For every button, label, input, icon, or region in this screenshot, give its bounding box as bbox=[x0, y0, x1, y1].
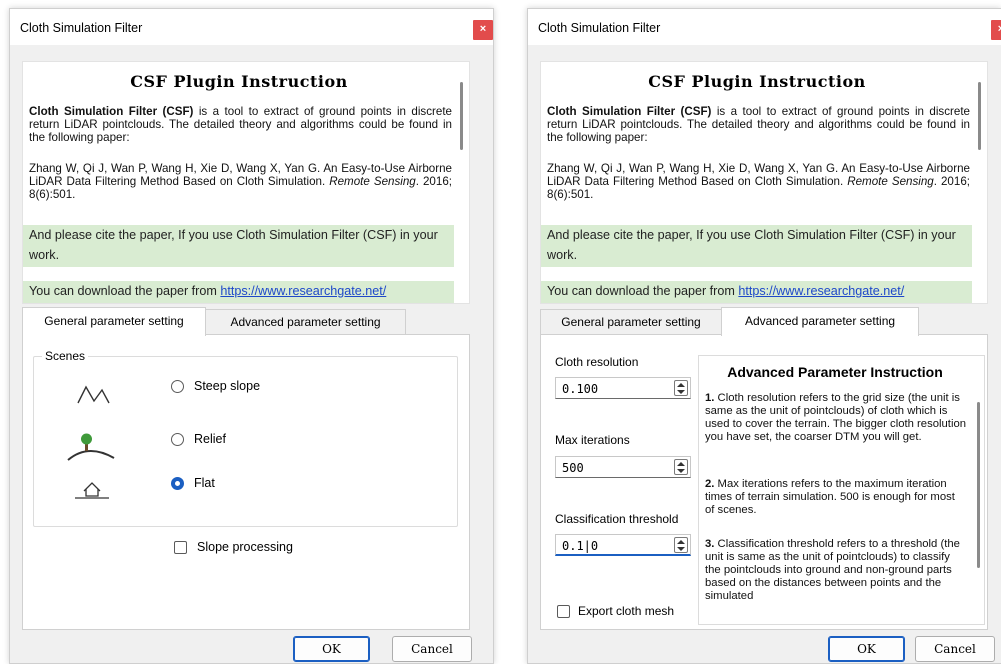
instruction-heading: CSF Plugin Instruction bbox=[130, 72, 348, 91]
instruction-scrollbar[interactable] bbox=[454, 62, 469, 303]
relief-radio[interactable] bbox=[171, 433, 184, 446]
slope-processing-checkbox[interactable] bbox=[174, 541, 187, 554]
scenes-group: Scenes Steep slope Relief Flat bbox=[33, 349, 458, 527]
ok-button[interactable]: OK bbox=[828, 636, 905, 662]
scenes-label: Scenes bbox=[42, 349, 89, 363]
scrollbar-thumb[interactable] bbox=[460, 82, 463, 150]
cloth-resolution-spinbox[interactable]: 0.100 bbox=[555, 377, 691, 399]
instruction-heading: CSF Plugin Instruction bbox=[648, 72, 866, 91]
advanced-panel: Cloth resolution 0.100 Max iterations 50… bbox=[540, 334, 988, 630]
intro-bold: Cloth Simulation Filter (CSF) bbox=[29, 105, 194, 118]
spin-arrows-icon[interactable] bbox=[674, 459, 688, 475]
download-link[interactable]: https://www.researchgate.net/ bbox=[738, 284, 904, 298]
dialog-title: Cloth Simulation Filter bbox=[20, 21, 143, 35]
advanced-item-2: 2. Max iterations refers to the maximum … bbox=[705, 478, 967, 517]
item-number: 1. bbox=[705, 392, 715, 404]
general-panel: Scenes Steep slope Relief Flat Slope pro… bbox=[22, 334, 470, 630]
steep-slope-radio[interactable] bbox=[171, 380, 184, 393]
csf-dialog-general: Cloth Simulation Filter × CSF Plugin Ins… bbox=[9, 8, 494, 664]
download-text: You can download the paper from bbox=[547, 284, 739, 298]
classification-threshold-label: Classification threshold bbox=[555, 512, 679, 526]
advanced-item-1: 1. Cloth resolution refers to the grid s… bbox=[705, 392, 967, 444]
instruction-panel: CSF Plugin Instruction Cloth Simulation … bbox=[22, 61, 470, 304]
max-iterations-label: Max iterations bbox=[555, 433, 630, 447]
relief-label[interactable]: Relief bbox=[194, 432, 226, 446]
download-line: You can download the paper from https://… bbox=[23, 281, 455, 303]
slope-processing-label[interactable]: Slope processing bbox=[197, 540, 293, 554]
citation-paragraph: Zhang W, Qi J, Wan P, Wang H, Xie D, Wan… bbox=[29, 162, 452, 201]
csf-dialog-advanced: Cloth Simulation Filter × CSF Plugin Ins… bbox=[527, 8, 1001, 664]
close-button[interactable]: × bbox=[991, 20, 1001, 40]
citation-journal: Remote Sensing bbox=[847, 175, 934, 188]
cite-note: And please cite the paper, If you use Cl… bbox=[23, 225, 455, 267]
advanced-instruction-box: Advanced Parameter Instruction 1. Cloth … bbox=[698, 355, 985, 625]
dialog-title: Cloth Simulation Filter bbox=[538, 21, 661, 35]
citation-paragraph: Zhang W, Qi J, Wan P, Wang H, Xie D, Wan… bbox=[547, 162, 970, 201]
tab-general[interactable]: General parameter setting bbox=[22, 307, 206, 336]
download-text: You can download the paper from bbox=[29, 284, 221, 298]
advanced-item-3: 3. Classification threshold refers to a … bbox=[705, 538, 967, 603]
max-iterations-spinbox[interactable]: 500 bbox=[555, 456, 691, 478]
tab-advanced[interactable]: Advanced parameter setting bbox=[721, 307, 919, 336]
cancel-button[interactable]: Cancel bbox=[392, 636, 472, 662]
export-cloth-mesh-checkbox[interactable] bbox=[557, 605, 570, 618]
download-link[interactable]: https://www.researchgate.net/ bbox=[220, 284, 386, 298]
item-number: 3. bbox=[705, 538, 715, 550]
cancel-button[interactable]: Cancel bbox=[915, 636, 995, 662]
spin-arrows-icon[interactable] bbox=[674, 537, 688, 553]
instruction-scrollbar[interactable] bbox=[972, 62, 987, 303]
scrollbar-thumb[interactable] bbox=[978, 82, 981, 150]
item-text: Max iterations refers to the maximum ite… bbox=[705, 478, 955, 516]
steep-slope-label[interactable]: Steep slope bbox=[194, 379, 260, 393]
item-text: Cloth resolution refers to the grid size… bbox=[705, 392, 967, 443]
classification-threshold-value[interactable]: 0.1|0 bbox=[562, 539, 598, 553]
item-text: Classification threshold refers to a thr… bbox=[705, 538, 960, 602]
scrollbar-thumb[interactable] bbox=[977, 402, 980, 568]
cloth-resolution-value[interactable]: 0.100 bbox=[562, 382, 598, 396]
export-cloth-mesh-label[interactable]: Export cloth mesh bbox=[578, 604, 674, 618]
advanced-instruction-heading: Advanced Parameter Instruction bbox=[727, 364, 943, 380]
download-line: You can download the paper from https://… bbox=[541, 281, 973, 303]
ok-button[interactable]: OK bbox=[293, 636, 370, 662]
steep-slope-icon bbox=[77, 385, 110, 404]
max-iterations-value[interactable]: 500 bbox=[562, 461, 584, 475]
item-number: 2. bbox=[705, 478, 715, 490]
classification-threshold-spinbox[interactable]: 0.1|0 bbox=[555, 534, 691, 556]
title-bar[interactable]: Cloth Simulation Filter × bbox=[10, 9, 493, 45]
intro-bold: Cloth Simulation Filter (CSF) bbox=[547, 105, 712, 118]
cite-note: And please cite the paper, If you use Cl… bbox=[541, 225, 973, 267]
title-bar[interactable]: Cloth Simulation Filter × bbox=[528, 9, 1001, 45]
flat-house-icon bbox=[75, 482, 109, 499]
flat-radio[interactable] bbox=[171, 477, 184, 490]
tab-advanced[interactable]: Advanced parameter setting bbox=[205, 309, 406, 334]
flat-label[interactable]: Flat bbox=[194, 476, 215, 490]
citation-journal: Remote Sensing bbox=[329, 175, 416, 188]
relief-icon bbox=[67, 433, 115, 461]
intro-paragraph: Cloth Simulation Filter (CSF) is a tool … bbox=[547, 105, 970, 144]
spin-arrows-icon[interactable] bbox=[674, 380, 688, 396]
cloth-resolution-label: Cloth resolution bbox=[555, 355, 639, 369]
instruction-panel: CSF Plugin Instruction Cloth Simulation … bbox=[540, 61, 988, 304]
tab-general[interactable]: General parameter setting bbox=[540, 309, 722, 334]
intro-paragraph: Cloth Simulation Filter (CSF) is a tool … bbox=[29, 105, 452, 144]
close-button[interactable]: × bbox=[473, 20, 493, 40]
